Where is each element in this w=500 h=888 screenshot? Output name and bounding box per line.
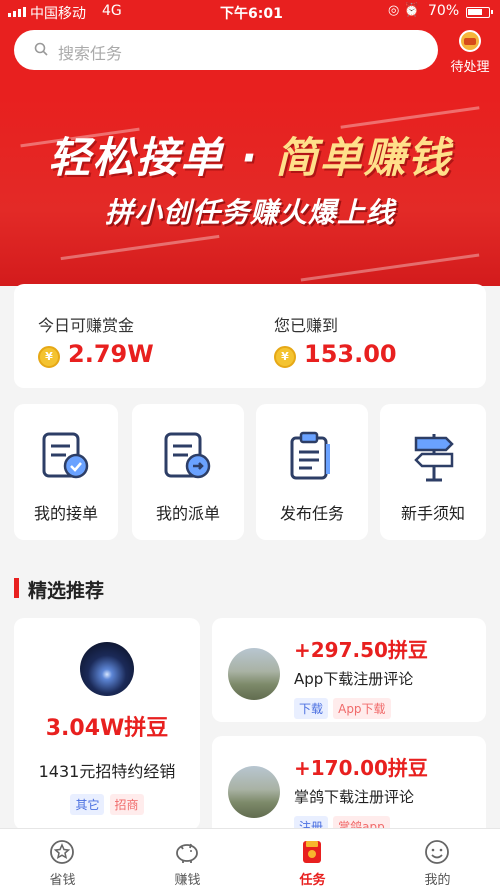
coin-icon: ¥ xyxy=(38,346,60,368)
tab-profile[interactable]: 我的 xyxy=(375,829,500,888)
coin-icon: ¥ xyxy=(274,346,296,368)
promo-banner[interactable]: 轻松接单 · 简单赚钱 拼小创任务赚火爆上线 xyxy=(0,96,500,286)
task-card[interactable]: +297.50拼豆 App下载注册评论 下载 App下载 xyxy=(212,618,486,722)
tab-label: 赚钱 xyxy=(174,873,201,888)
section-title: 精选推荐 xyxy=(28,580,105,602)
banner-headline: 轻松接单 · 简单赚钱 xyxy=(0,124,500,185)
pending-label: 待处理 xyxy=(450,60,490,75)
shortcut-my-orders[interactable]: 我的接单 xyxy=(14,404,118,540)
task-reward: 3.04W拼豆 xyxy=(45,716,169,741)
task-tag: 招商 xyxy=(109,794,144,815)
earned-total[interactable]: 您已赚到 ¥ 153.00 xyxy=(250,284,486,388)
task-thumbnail xyxy=(228,648,280,700)
shortcut-label: 发布任务 xyxy=(279,504,344,523)
task-name: 掌鸽下载注册评论 xyxy=(294,788,415,806)
search-icon xyxy=(34,42,48,56)
today-earnings-label: 今日可赚赏金 xyxy=(38,316,135,335)
task-name: App下载注册评论 xyxy=(294,670,414,688)
task-tags: 下载 App下载 xyxy=(294,698,391,719)
status-bar: 中国移动 4G 下午6:01 ◎ ⏰ 70% xyxy=(0,0,500,24)
signpost-icon xyxy=(414,434,454,482)
alarm-icon: ◎ ⏰ xyxy=(388,3,420,18)
featured-main-card[interactable]: 3.04W拼豆 1431元招特约经销 其它 招商 xyxy=(14,618,200,830)
task-name: 1431元招特约经销 xyxy=(38,762,176,781)
earned-total-label: 您已赚到 xyxy=(274,316,339,335)
network-type: 4G xyxy=(102,3,122,19)
shortcut-publish-task[interactable]: 发布任务 xyxy=(256,404,368,540)
pending-button[interactable]: 待处理 xyxy=(444,30,496,75)
tab-label: 省钱 xyxy=(49,873,76,888)
piggy-bank-icon xyxy=(176,843,198,863)
shortcut-my-dispatch[interactable]: 我的派单 xyxy=(132,404,244,540)
tab-label: 我的 xyxy=(424,873,451,888)
tab-label: 任务 xyxy=(299,873,326,888)
shortcut-label: 我的接单 xyxy=(33,504,98,523)
order-send-icon xyxy=(164,432,211,479)
earned-total-value: 153.00 xyxy=(304,340,397,368)
task-card[interactable]: +170.00拼豆 掌鸽下载注册评论 注册 掌鸽app xyxy=(212,736,486,840)
shortcut-newbie-guide[interactable]: 新手须知 xyxy=(380,404,486,540)
section-marker xyxy=(14,578,19,598)
earnings-card: 今日可赚赏金 ¥ 2.79W 您已赚到 ¥ 153.00 xyxy=(14,284,486,388)
tab-tasks[interactable]: 任务 xyxy=(250,829,375,888)
profile-smile-icon xyxy=(425,840,449,864)
task-tags: 其它 招商 xyxy=(14,794,200,815)
banner-headline-left: 轻松接单 xyxy=(48,133,225,182)
search-input[interactable]: 搜索任务 xyxy=(14,30,438,70)
bottom-tab-bar: 省钱 赚钱 任务 我的 xyxy=(0,828,500,888)
today-earnings-value: 2.79W xyxy=(68,340,154,368)
banner-subline: 拼小创任务赚火爆上线 xyxy=(104,196,395,229)
shortcut-label: 我的派单 xyxy=(155,504,220,523)
task-tag: 下载 xyxy=(294,698,329,719)
task-reward: +170.00拼豆 xyxy=(294,756,428,780)
battery-icon xyxy=(466,7,493,18)
banner-headline-dot: · xyxy=(241,133,259,182)
clipboard-icon xyxy=(290,431,330,480)
task-thumbnail xyxy=(228,766,280,818)
today-earnings[interactable]: 今日可赚赏金 ¥ 2.79W xyxy=(14,284,250,388)
task-thumbnail xyxy=(80,642,134,696)
banner-headline-right: 简单赚钱 xyxy=(275,133,452,182)
battery-percent: 70% xyxy=(428,3,460,19)
tab-save-money[interactable]: 省钱 xyxy=(0,829,125,888)
task-tag: App下载 xyxy=(333,698,391,719)
clock: 下午6:01 xyxy=(220,6,283,22)
tab-earn-money[interactable]: 赚钱 xyxy=(125,829,250,888)
search-placeholder: 搜索任务 xyxy=(58,44,123,63)
shortcut-label: 新手须知 xyxy=(400,504,465,523)
task-tag: 其它 xyxy=(70,794,105,815)
signal-icon xyxy=(8,7,26,17)
order-check-icon xyxy=(42,432,89,479)
save-money-icon xyxy=(50,840,74,864)
pending-icon xyxy=(459,30,481,52)
carrier-name: 中国移动 xyxy=(30,6,86,22)
task-icon xyxy=(303,841,321,863)
task-reward: +297.50拼豆 xyxy=(294,638,428,662)
